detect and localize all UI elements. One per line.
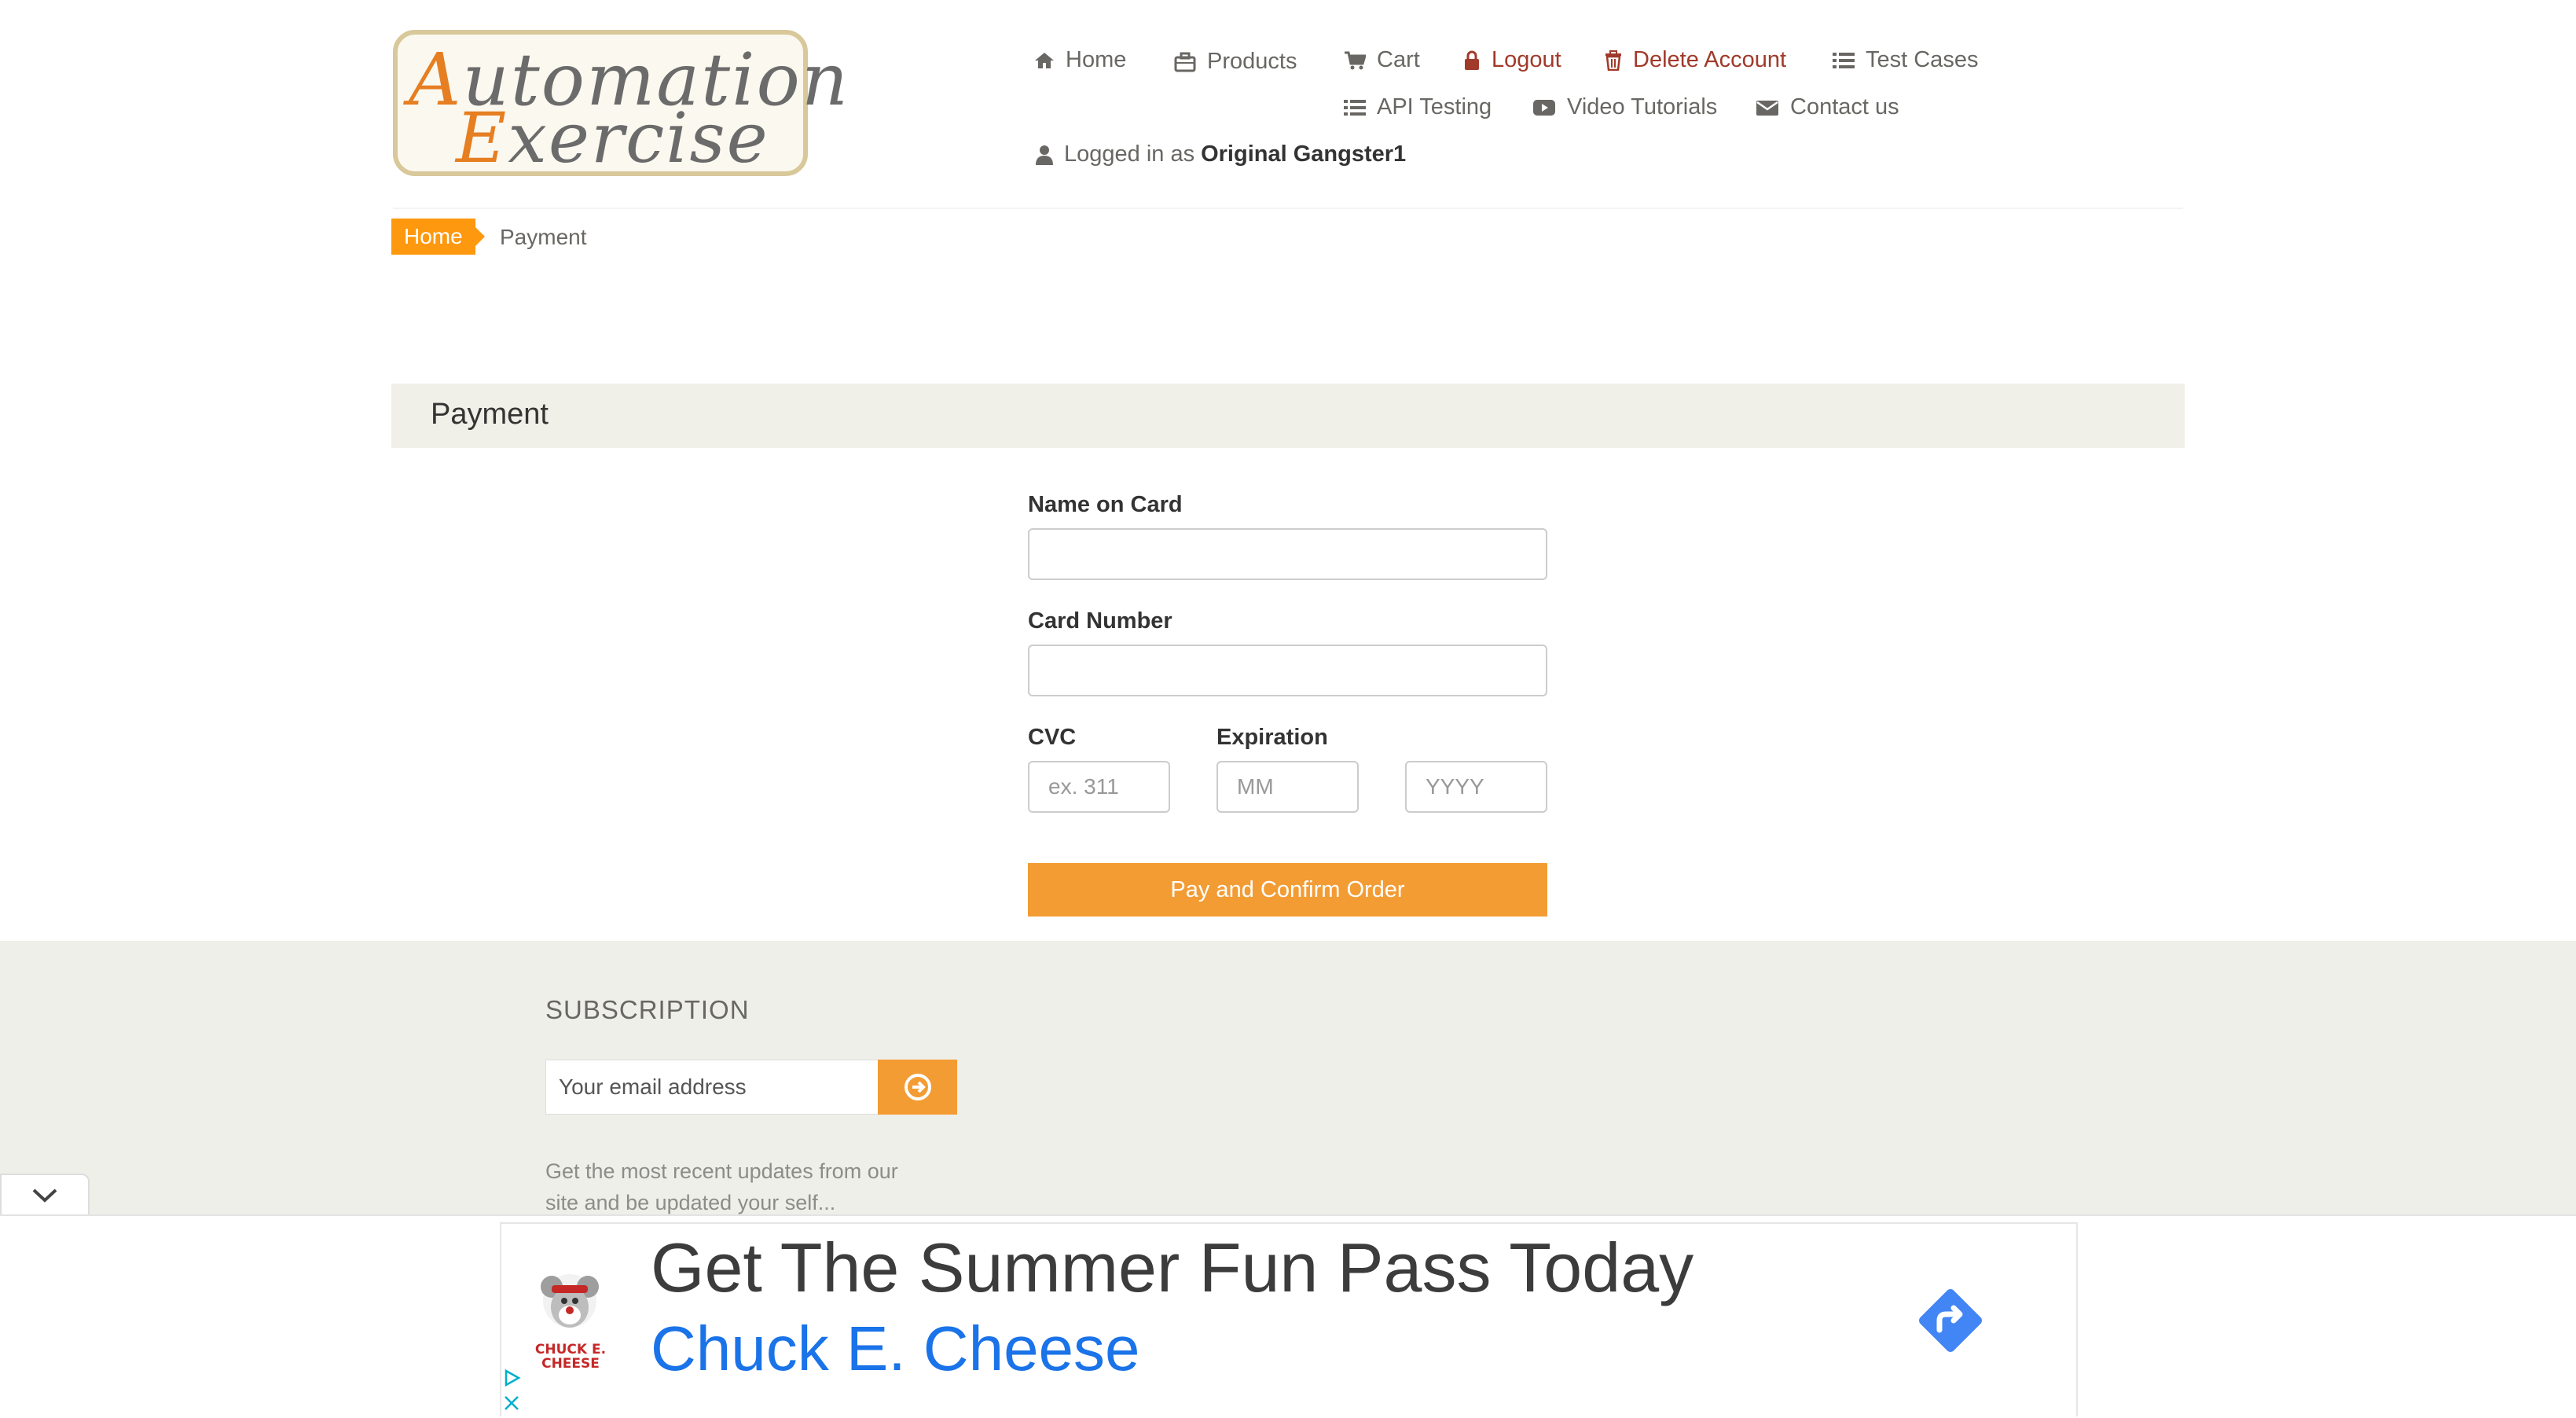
directions-arrow-icon[interactable] xyxy=(1911,1281,1990,1360)
logo-cap-a: A xyxy=(409,38,463,122)
payment-heading: Payment xyxy=(431,398,549,431)
pay-and-confirm-button[interactable]: Pay and Confirm Order xyxy=(1028,863,1547,917)
expiration-label: Expiration xyxy=(1216,725,1328,750)
ad-close-icon[interactable] xyxy=(501,1393,522,1413)
list-icon xyxy=(1833,52,1855,68)
subscribe-button[interactable] xyxy=(878,1060,957,1115)
expiry-month-input[interactable] xyxy=(1216,761,1359,813)
ad-headline[interactable]: Get The Summer Fun Pass Today xyxy=(651,1228,1693,1308)
nav-contact-us-label: Contact us xyxy=(1790,94,1899,119)
nav-delete-account[interactable]: Delete Account xyxy=(1605,47,1786,73)
user-icon xyxy=(1036,145,1053,165)
nav-products[interactable]: Products xyxy=(1174,49,1297,75)
card-number-input[interactable] xyxy=(1028,645,1547,696)
trash-icon xyxy=(1605,50,1621,71)
logo-cap-e: E xyxy=(456,97,508,178)
nav-cart-label: Cart xyxy=(1377,47,1420,72)
breadcrumb-home[interactable]: Home xyxy=(391,219,485,255)
nav-home[interactable]: Home xyxy=(1034,47,1126,73)
nav-video-tutorials[interactable]: Video Tutorials xyxy=(1532,94,1717,120)
payment-heading-bar: Payment xyxy=(391,384,2185,448)
nav-api-testing[interactable]: API Testing xyxy=(1344,94,1492,120)
nav-test-cases[interactable]: Test Cases xyxy=(1833,47,1978,73)
nav-contact-us[interactable]: Contact us xyxy=(1756,94,1899,120)
ad-brand-link[interactable]: Chuck E. Cheese xyxy=(651,1313,1140,1385)
cvc-label: CVC xyxy=(1028,725,1077,750)
subscription-email-input[interactable] xyxy=(545,1060,879,1115)
nav-products-label: Products xyxy=(1207,49,1297,74)
list-icon xyxy=(1344,99,1366,116)
nav-delete-account-label: Delete Account xyxy=(1633,47,1787,72)
lock-icon xyxy=(1465,50,1479,70)
arrow-circle-right-icon xyxy=(904,1074,931,1100)
youtube-icon xyxy=(1533,99,1555,116)
logged-in-status: Logged in as Original Gangster1 xyxy=(1036,141,1406,167)
home-icon xyxy=(1035,52,1054,68)
nav-test-cases-label: Test Cases xyxy=(1866,47,1979,72)
name-on-card-label: Name on Card xyxy=(1028,492,1183,517)
cart-icon xyxy=(1345,51,1366,69)
header-divider xyxy=(393,208,2183,209)
cvc-input[interactable] xyxy=(1028,761,1170,813)
nav-logout-label: Logout xyxy=(1492,47,1561,72)
subscription-description: Get the most recent updates from our sit… xyxy=(545,1159,898,1214)
nav-home-label: Home xyxy=(1066,47,1127,72)
nav-video-tutorials-label: Video Tutorials xyxy=(1567,94,1718,119)
logged-in-username: Original Gangster1 xyxy=(1201,141,1407,167)
breadcrumb-current: Payment xyxy=(500,225,587,249)
card-number-label: Card Number xyxy=(1028,608,1172,634)
subscription-title: SUBSCRIPTION xyxy=(545,995,750,1024)
site-logo[interactable]: Automation Exercise xyxy=(393,30,848,178)
ad-info-icon[interactable] xyxy=(501,1368,522,1388)
logged-in-prefix: Logged in as xyxy=(1064,141,1195,167)
expiry-year-input[interactable] xyxy=(1405,761,1547,813)
name-on-card-input[interactable] xyxy=(1028,528,1547,580)
nav-api-testing-label: API Testing xyxy=(1377,94,1492,119)
chevron-down-icon xyxy=(32,1188,57,1203)
ad-collapse-toggle[interactable] xyxy=(0,1174,90,1216)
nav-cart[interactable]: Cart xyxy=(1344,47,1420,73)
briefcase-icon xyxy=(1174,52,1196,72)
nav-logout[interactable]: Logout xyxy=(1463,47,1561,73)
ad-logo-text: CHUCK E. CHEESE xyxy=(534,1342,607,1372)
envelope-icon xyxy=(1756,100,1778,116)
logo-word-2: xercise xyxy=(508,97,769,178)
